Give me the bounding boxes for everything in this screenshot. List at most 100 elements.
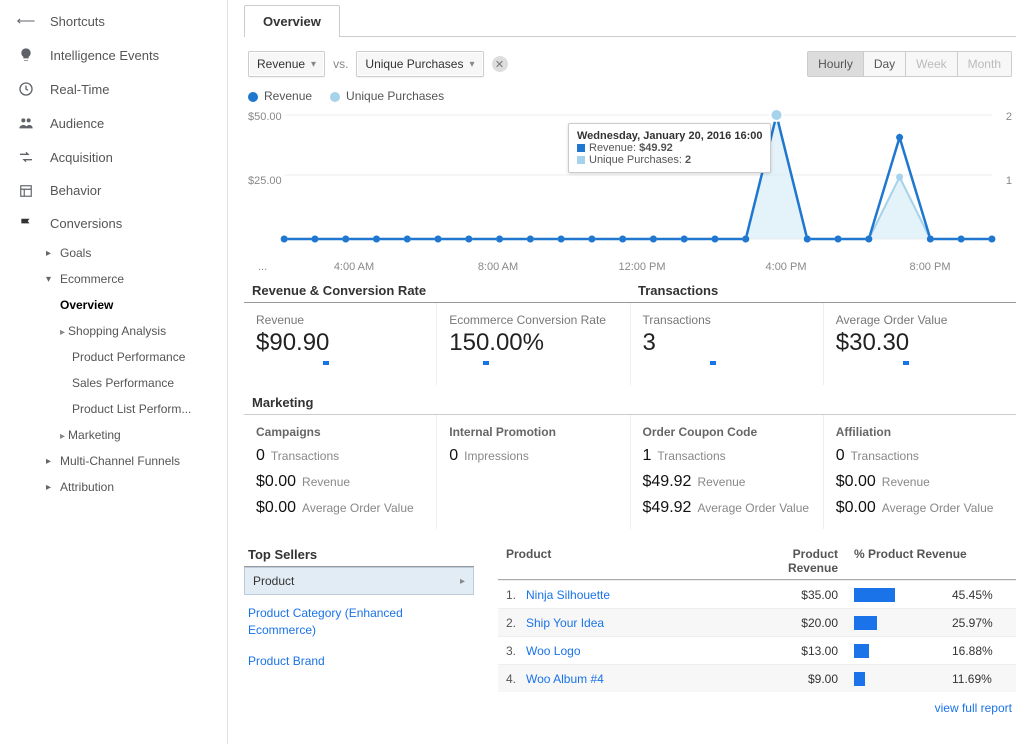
legend-dot-icon <box>248 92 258 102</box>
mk-line: $0.00Revenue <box>836 469 1004 495</box>
product-link[interactable]: 4.Woo Album #4 <box>498 672 736 686</box>
granularity-day[interactable]: Day <box>863 52 905 76</box>
gbtn-label: Hourly <box>818 57 853 71</box>
metric1-selector[interactable]: Revenue ▾ <box>248 51 325 77</box>
metric-value: 150.00% <box>449 327 617 357</box>
metric-card-aov: Average Order Value $30.30 <box>824 303 1016 385</box>
clock-icon <box>16 81 36 97</box>
tooltip-row: Unique Purchases: 2 <box>577 154 762 166</box>
bulb-icon <box>16 47 36 63</box>
mk-head: Order Coupon Code <box>643 421 811 443</box>
sidebar-sub-label: Overview <box>60 298 113 312</box>
sidebar-sub-marketing[interactable]: ▸Marketing <box>0 422 227 448</box>
bar-chart-mini <box>854 672 944 686</box>
sidebar-sub-attribution[interactable]: ▸ Attribution <box>0 474 227 500</box>
product-name: Woo Logo <box>526 644 581 658</box>
bar-fill <box>854 616 877 630</box>
sidebar-item-intelligence[interactable]: Intelligence Events <box>0 38 227 72</box>
metric2-selector[interactable]: Unique Purchases▾ <box>356 51 483 77</box>
gbtn-label: Day <box>874 57 895 71</box>
product-pct-cell: 11.69% <box>846 672 1016 686</box>
sidebar-item-realtime[interactable]: Real-Time <box>0 72 227 106</box>
selector-label: Revenue <box>257 57 305 71</box>
sidebar-label: Conversions <box>50 216 122 231</box>
bar-fill <box>854 672 865 686</box>
mk-head: Affiliation <box>836 421 1004 443</box>
sidebar-sub-label: Multi-Channel Funnels <box>60 454 180 468</box>
top-sellers-link-brand[interactable]: Product Brand <box>244 643 474 674</box>
mk-lab: Transactions <box>271 449 339 463</box>
sidebar-item-audience[interactable]: Audience <box>0 106 227 140</box>
product-link[interactable]: 2.Ship Your Idea <box>498 616 736 630</box>
remove-metric-button[interactable]: ✕ <box>492 56 508 72</box>
mk-num: 0 <box>256 447 265 465</box>
y-right-tick: 2 <box>1006 111 1012 123</box>
layout-icon <box>16 184 36 198</box>
vs-label: vs. <box>333 57 348 71</box>
mk-head: Campaigns <box>256 421 424 443</box>
caret-right-icon: ▸ <box>460 576 465 587</box>
sidebar-label: Shortcuts <box>50 14 105 29</box>
mk-num: $0.00 <box>256 473 296 491</box>
tooltip-value: $49.92 <box>639 142 673 154</box>
caret-down-icon: ▾ <box>311 59 316 70</box>
main-content: Overview Revenue▾ vs. Unique Purchases▾ … <box>228 0 1024 744</box>
gbtn-label: Month <box>968 57 1001 71</box>
tab-overview[interactable]: Overview <box>244 5 340 37</box>
sidebar-sub-mcf[interactable]: ▸Multi-Channel Funnels <box>0 448 227 474</box>
tooltip-value: 2 <box>685 154 691 166</box>
chart-tooltip: Wednesday, January 20, 2016 16:00 Revenu… <box>568 123 771 173</box>
x-tick: 4:00 AM <box>282 261 426 273</box>
sidebar-item-acquisition[interactable]: Acquisition <box>0 140 227 174</box>
people-icon <box>16 115 36 131</box>
x-tick: 8:00 PM <box>858 261 1002 273</box>
product-name: Ninja Silhouette <box>526 588 610 602</box>
caret-right-icon: ▸ <box>46 482 56 493</box>
table-row: 4.Woo Album #4 $9.00 11.69% <box>498 664 1016 692</box>
chart-x-axis: ... 4:00 AM 8:00 AM 12:00 PM 4:00 PM 8:0… <box>248 259 1012 279</box>
row-index: 3. <box>506 644 526 658</box>
sidebar-sub-overview[interactable]: Overview <box>0 292 227 318</box>
marketing-card: Campaigns0Transactions$0.00Revenue$0.00A… <box>244 415 437 529</box>
sidebar-sub-goals[interactable]: ▸Goals <box>0 240 227 266</box>
product-link[interactable]: 1.Ninja Silhouette <box>498 588 736 602</box>
legend-label: Unique Purchases <box>346 89 444 103</box>
product-link[interactable]: 3.Woo Logo <box>498 644 736 658</box>
bar-chart-mini <box>854 588 944 602</box>
mk-num: $0.00 <box>836 499 876 517</box>
metrics-section-heads: Revenue & Conversion Rate Transactions <box>244 279 1016 303</box>
sidebar-sub-shopping-analysis[interactable]: ▸Shopping Analysis <box>0 318 227 344</box>
view-full-report-link[interactable]: view full report <box>935 701 1012 715</box>
top-sellers-active-dimension[interactable]: Product ▸ <box>244 567 474 595</box>
sidebar-sub-product-performance[interactable]: Product Performance <box>0 344 227 370</box>
mk-line: $49.92Average Order Value <box>643 495 811 521</box>
sidebar-item-shortcuts[interactable]: ⟵ Shortcuts <box>0 4 227 38</box>
pct-label: 45.45% <box>952 588 993 602</box>
selector-label: Unique Purchases <box>365 57 463 71</box>
mk-line: $0.00Average Order Value <box>256 495 424 521</box>
mk-num: $49.92 <box>643 473 692 491</box>
sidebar-sub-product-list-perf[interactable]: Product List Perform... <box>0 396 227 422</box>
table-row: 3.Woo Logo $13.00 16.88% <box>498 636 1016 664</box>
product-revenue: $20.00 <box>736 616 846 630</box>
sidebar-item-conversions[interactable]: Conversions <box>0 207 227 240</box>
metric-value: $90.90 <box>256 327 424 357</box>
top-sellers-head: Top Sellers <box>244 543 474 567</box>
sidebar-sub-sales-performance[interactable]: Sales Performance <box>0 370 227 396</box>
row-index: 1. <box>506 588 526 602</box>
granularity-week: Week <box>905 52 956 76</box>
row-index: 4. <box>506 672 526 686</box>
sidebar-sub-ecommerce[interactable]: ▾Ecommerce <box>0 266 227 292</box>
y-left-tick: $50.00 <box>248 111 282 123</box>
product-table: Product Product Revenue % Product Revenu… <box>498 543 1016 723</box>
sidebar-item-behavior[interactable]: Behavior <box>0 174 227 207</box>
legend-dot-icon <box>330 92 340 102</box>
bottom-row: Top Sellers Product ▸ Product Category (… <box>244 543 1016 723</box>
table-row: 2.Ship Your Idea $20.00 25.97% <box>498 608 1016 636</box>
granularity-hourly[interactable]: Hourly <box>808 52 863 76</box>
product-table-head: Product Product Revenue % Product Revenu… <box>498 543 1016 580</box>
top-sellers-link-category[interactable]: Product Category (Enhanced Ecommerce) <box>244 595 474 643</box>
metric-label: Transactions <box>643 313 811 327</box>
sidebar-sub-label: Attribution <box>60 480 114 494</box>
flag-icon <box>16 217 36 231</box>
